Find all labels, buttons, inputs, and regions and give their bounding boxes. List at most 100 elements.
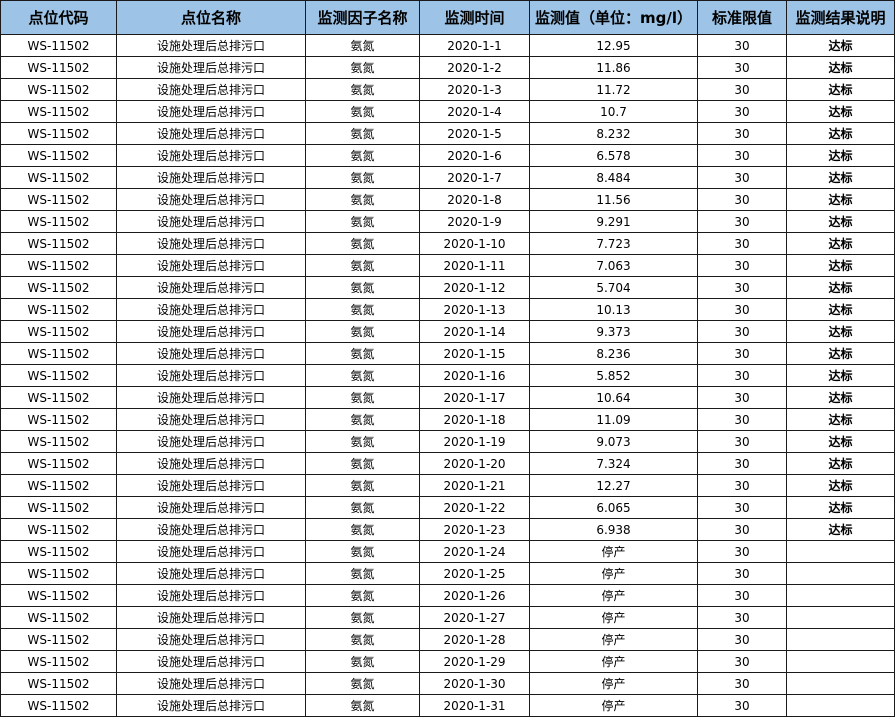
monitor-time-cell: 2020-1-8 <box>419 188 530 211</box>
factor-cell: 氨氮 <box>305 232 420 255</box>
point-name-cell: 设施处理后总排污口 <box>116 232 306 255</box>
result-note-cell <box>786 694 895 717</box>
point-code-cell: WS-11502 <box>0 562 117 585</box>
table-row: WS-11502 设施处理后总排污口 氨氮 2020-1-8 11.56 30 达标 <box>0 188 895 211</box>
result-note-cell: 达标 <box>786 474 895 497</box>
point-code-cell: WS-11502 <box>0 298 117 321</box>
standard-limit-cell: 30 <box>697 144 787 167</box>
point-code-cell: WS-11502 <box>0 672 117 695</box>
table-row: WS-11502 设施处理后总排污口 氨氮 2020-1-22 6.065 30 达标 <box>0 496 895 519</box>
factor-cell: 氨氮 <box>305 474 420 497</box>
table-row: WS-11502 设施处理后总排污口 氨氮 2020-1-21 12.27 30 达标 <box>0 474 895 497</box>
table-row: WS-11502 设施处理后总排污口 氨氮 2020-1-15 8.236 30 达标 <box>0 342 895 365</box>
result-note-cell: 达标 <box>786 298 895 321</box>
factor-cell: 氨氮 <box>305 78 420 101</box>
result-note-cell <box>786 650 895 673</box>
monitor-time-cell: 2020-1-26 <box>419 584 530 607</box>
point-code-cell: WS-11502 <box>0 518 117 541</box>
point-name-cell: 设施处理后总排污口 <box>116 430 306 453</box>
factor-cell: 氨氮 <box>305 562 420 585</box>
standard-limit-cell: 30 <box>697 100 787 123</box>
monitor-time-cell: 2020-1-20 <box>419 452 530 475</box>
monitor-time-cell: 2020-1-13 <box>419 298 530 321</box>
point-code-cell: WS-11502 <box>0 364 117 387</box>
table-row: WS-11502 设施处理后总排污口 氨氮 2020-1-27 停产 30 <box>0 606 895 629</box>
monitor-value-cell: 9.291 <box>529 210 698 233</box>
point-name-cell: 设施处理后总排污口 <box>116 562 306 585</box>
point-code-cell: WS-11502 <box>0 56 117 79</box>
factor-cell: 氨氮 <box>305 606 420 629</box>
factor-cell: 氨氮 <box>305 166 420 189</box>
standard-limit-cell: 30 <box>697 364 787 387</box>
table-row: WS-11502 设施处理后总排污口 氨氮 2020-1-14 9.373 30 达标 <box>0 320 895 343</box>
monitor-time-cell: 2020-1-7 <box>419 166 530 189</box>
standard-limit-cell: 30 <box>697 496 787 519</box>
table-row: WS-11502 设施处理后总排污口 氨氮 2020-1-4 10.7 30 达标 <box>0 100 895 123</box>
factor-cell: 氨氮 <box>305 650 420 673</box>
result-note-cell <box>786 606 895 629</box>
table-row: WS-11502 设施处理后总排污口 氨氮 2020-1-23 6.938 30 达标 <box>0 518 895 541</box>
result-note-cell: 达标 <box>786 166 895 189</box>
standard-limit-cell: 30 <box>697 628 787 651</box>
table-body: WS-11502 设施处理后总排污口 氨氮 2020-1-1 12.95 30 达标 WS-1… <box>0 34 895 717</box>
point-name-cell: 设施处理后总排污口 <box>116 144 306 167</box>
monitor-value-cell: 5.704 <box>529 276 698 299</box>
result-note-cell: 达标 <box>786 56 895 79</box>
factor-cell: 氨氮 <box>305 408 420 431</box>
result-note-cell: 达标 <box>786 496 895 519</box>
monitor-time-cell: 2020-1-25 <box>419 562 530 585</box>
standard-limit-cell: 30 <box>697 540 787 563</box>
factor-cell: 氨氮 <box>305 628 420 651</box>
table-row: WS-11502 设施处理后总排污口 氨氮 2020-1-13 10.13 30 达标 <box>0 298 895 321</box>
factor-cell: 氨氮 <box>305 100 420 123</box>
factor-cell: 氨氮 <box>305 452 420 475</box>
table-row: WS-11502 设施处理后总排污口 氨氮 2020-1-1 12.95 30 达标 <box>0 34 895 57</box>
point-name-cell: 设施处理后总排污口 <box>116 298 306 321</box>
point-code-cell: WS-11502 <box>0 210 117 233</box>
table-row: WS-11502 设施处理后总排污口 氨氮 2020-1-28 停产 30 <box>0 628 895 651</box>
standard-limit-cell: 30 <box>697 650 787 673</box>
standard-limit-cell: 30 <box>697 210 787 233</box>
table-row: WS-11502 设施处理后总排污口 氨氮 2020-1-6 6.578 30 达标 <box>0 144 895 167</box>
monitor-time-cell: 2020-1-29 <box>419 650 530 673</box>
table-row: WS-11502 设施处理后总排污口 氨氮 2020-1-12 5.704 30 达标 <box>0 276 895 299</box>
table-row: WS-11502 设施处理后总排污口 氨氮 2020-1-31 停产 30 <box>0 694 895 717</box>
point-code-cell: WS-11502 <box>0 386 117 409</box>
result-note-cell: 达标 <box>786 144 895 167</box>
point-name-cell: 设施处理后总排污口 <box>116 408 306 431</box>
monitor-value-cell: 停产 <box>529 584 698 607</box>
monitor-value-cell: 10.13 <box>529 298 698 321</box>
result-note-cell: 达标 <box>786 320 895 343</box>
monitor-time-cell: 2020-1-23 <box>419 518 530 541</box>
point-code-cell: WS-11502 <box>0 496 117 519</box>
point-code-cell: WS-11502 <box>0 254 117 277</box>
point-name-cell: 设施处理后总排污口 <box>116 694 306 717</box>
factor-cell: 氨氮 <box>305 386 420 409</box>
point-name-cell: 设施处理后总排污口 <box>116 628 306 651</box>
monitor-time-cell: 2020-1-3 <box>419 78 530 101</box>
factor-cell: 氨氮 <box>305 122 420 145</box>
point-code-cell: WS-11502 <box>0 144 117 167</box>
factor-cell: 氨氮 <box>305 342 420 365</box>
point-name-cell: 设施处理后总排污口 <box>116 474 306 497</box>
factor-cell: 氨氮 <box>305 188 420 211</box>
header-result-note: 监测结果说明 <box>786 0 895 35</box>
point-code-cell: WS-11502 <box>0 232 117 255</box>
point-code-cell: WS-11502 <box>0 188 117 211</box>
standard-limit-cell: 30 <box>697 188 787 211</box>
factor-cell: 氨氮 <box>305 320 420 343</box>
result-note-cell: 达标 <box>786 386 895 409</box>
factor-cell: 氨氮 <box>305 144 420 167</box>
table-row: WS-11502 设施处理后总排污口 氨氮 2020-1-2 11.86 30 达标 <box>0 56 895 79</box>
point-code-cell: WS-11502 <box>0 584 117 607</box>
table-row: WS-11502 设施处理后总排污口 氨氮 2020-1-3 11.72 30 达标 <box>0 78 895 101</box>
header-monitor-value: 监测值（单位：mg/l） <box>529 0 698 35</box>
point-code-cell: WS-11502 <box>0 694 117 717</box>
factor-cell: 氨氮 <box>305 672 420 695</box>
factor-cell: 氨氮 <box>305 298 420 321</box>
result-note-cell: 达标 <box>786 518 895 541</box>
header-point-name: 点位名称 <box>116 0 306 35</box>
standard-limit-cell: 30 <box>697 408 787 431</box>
result-note-cell: 达标 <box>786 254 895 277</box>
standard-limit-cell: 30 <box>697 254 787 277</box>
